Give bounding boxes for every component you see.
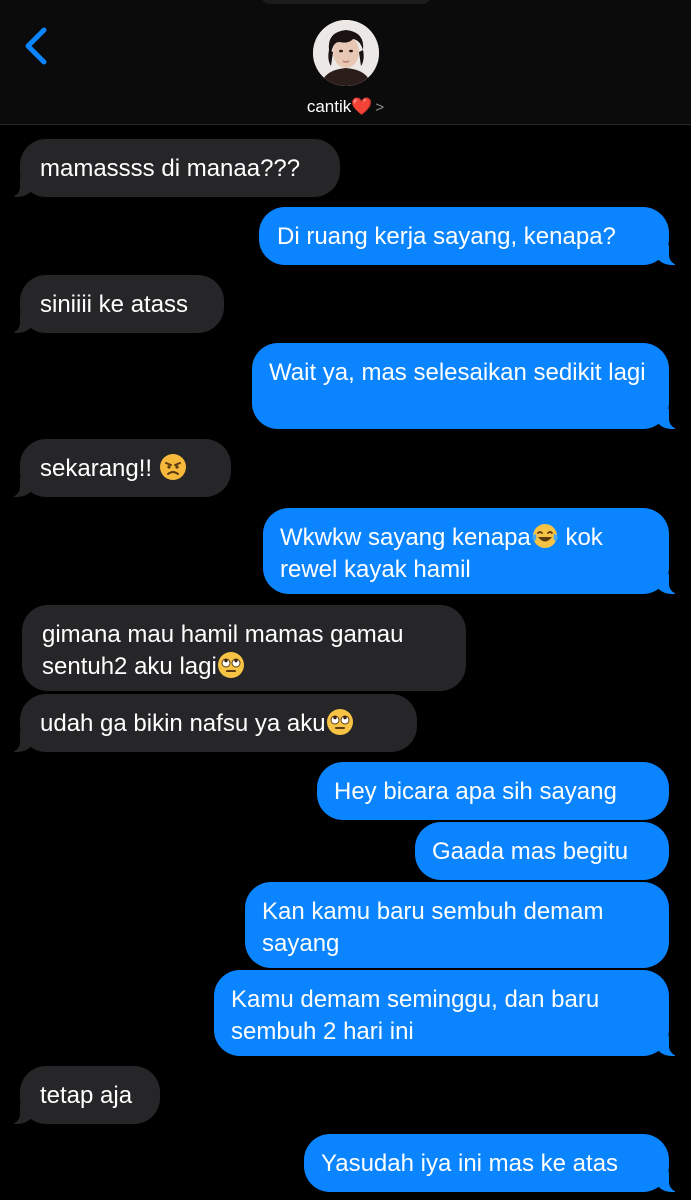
back-button[interactable]	[18, 24, 58, 68]
incoming-message-bubble[interactable]: tetap aja	[8, 1066, 160, 1124]
message-text: tetap aja	[40, 1082, 133, 1109]
outgoing-message-bubble[interactable]: Wait ya, mas selesaikan sedikit lagi	[252, 343, 681, 429]
contact-name-button[interactable]: cantik❤️ >	[0, 96, 691, 119]
message-text: Yasudah iya ini mas ke atas	[321, 1150, 619, 1177]
outgoing-message-bubble[interactable]: Di ruang kerja sayang, kenapa?	[259, 207, 681, 265]
message-text: mamassss di manaa???	[40, 155, 301, 182]
chevron-right-icon: >	[375, 99, 385, 116]
outgoing-message-bubble[interactable]: Yasudah iya ini mas ke atas	[304, 1134, 681, 1192]
angry-face-icon	[159, 454, 186, 480]
outgoing-message-bubble[interactable]: Wkwkw sayang kenapa kok rewel kayak hami…	[263, 508, 681, 594]
message-text: Gaada mas begitu	[432, 838, 629, 865]
message-text: Di ruang kerja sayang, kenapa?	[277, 223, 616, 250]
message-text: sekarang!!	[40, 455, 153, 482]
conversation-header: cantik❤️ >	[0, 0, 691, 125]
face-with-rolling-eyes-icon	[217, 652, 244, 678]
message-text: Wkwkw sayang kenapa	[280, 524, 531, 551]
contact-name: cantik	[306, 97, 352, 116]
incoming-message-bubble[interactable]: siniiii ke atass	[8, 275, 224, 333]
incoming-message-bubble[interactable]: sekarang!!	[8, 439, 231, 497]
message-text: Wait ya, mas selesaikan sedikit lagi	[269, 359, 646, 386]
status-bar-notch	[260, 0, 432, 4]
outgoing-message-bubble[interactable]: Hey bicara apa sih sayang	[317, 762, 669, 820]
outgoing-message-bubble[interactable]: Gaada mas begitu	[415, 822, 669, 880]
outgoing-message-bubble[interactable]: Kan kamu baru sembuh demam sayang	[245, 882, 669, 968]
message-text: Kamu demam seminggu, dan baru sembuh 2 h…	[231, 986, 600, 1045]
outgoing-message-bubble[interactable]: Kamu demam seminggu, dan baru sembuh 2 h…	[214, 970, 681, 1056]
contact-avatar[interactable]	[313, 20, 379, 86]
heart-emoji: ❤️	[351, 97, 373, 116]
face-with-tears-of-joy-icon	[532, 524, 558, 548]
incoming-message-bubble[interactable]: gimana mau hamil mamas gamau sentuh2 aku…	[22, 605, 466, 691]
incoming-message-bubble[interactable]: mamassss di manaa???	[8, 139, 340, 197]
message-text: Hey bicara apa sih sayang	[334, 778, 617, 805]
message-text: Kan kamu baru sembuh demam sayang	[262, 898, 604, 957]
face-with-rolling-eyes-icon	[326, 709, 353, 735]
incoming-message-bubble[interactable]: udah ga bikin nafsu ya aku	[8, 694, 417, 752]
chevron-left-icon	[25, 27, 47, 65]
message-thread: mamassss di manaa??? Di ruang kerja saya…	[0, 125, 691, 1200]
message-text: udah ga bikin nafsu ya aku	[40, 710, 326, 737]
message-text: siniiii ke atass	[40, 291, 189, 318]
